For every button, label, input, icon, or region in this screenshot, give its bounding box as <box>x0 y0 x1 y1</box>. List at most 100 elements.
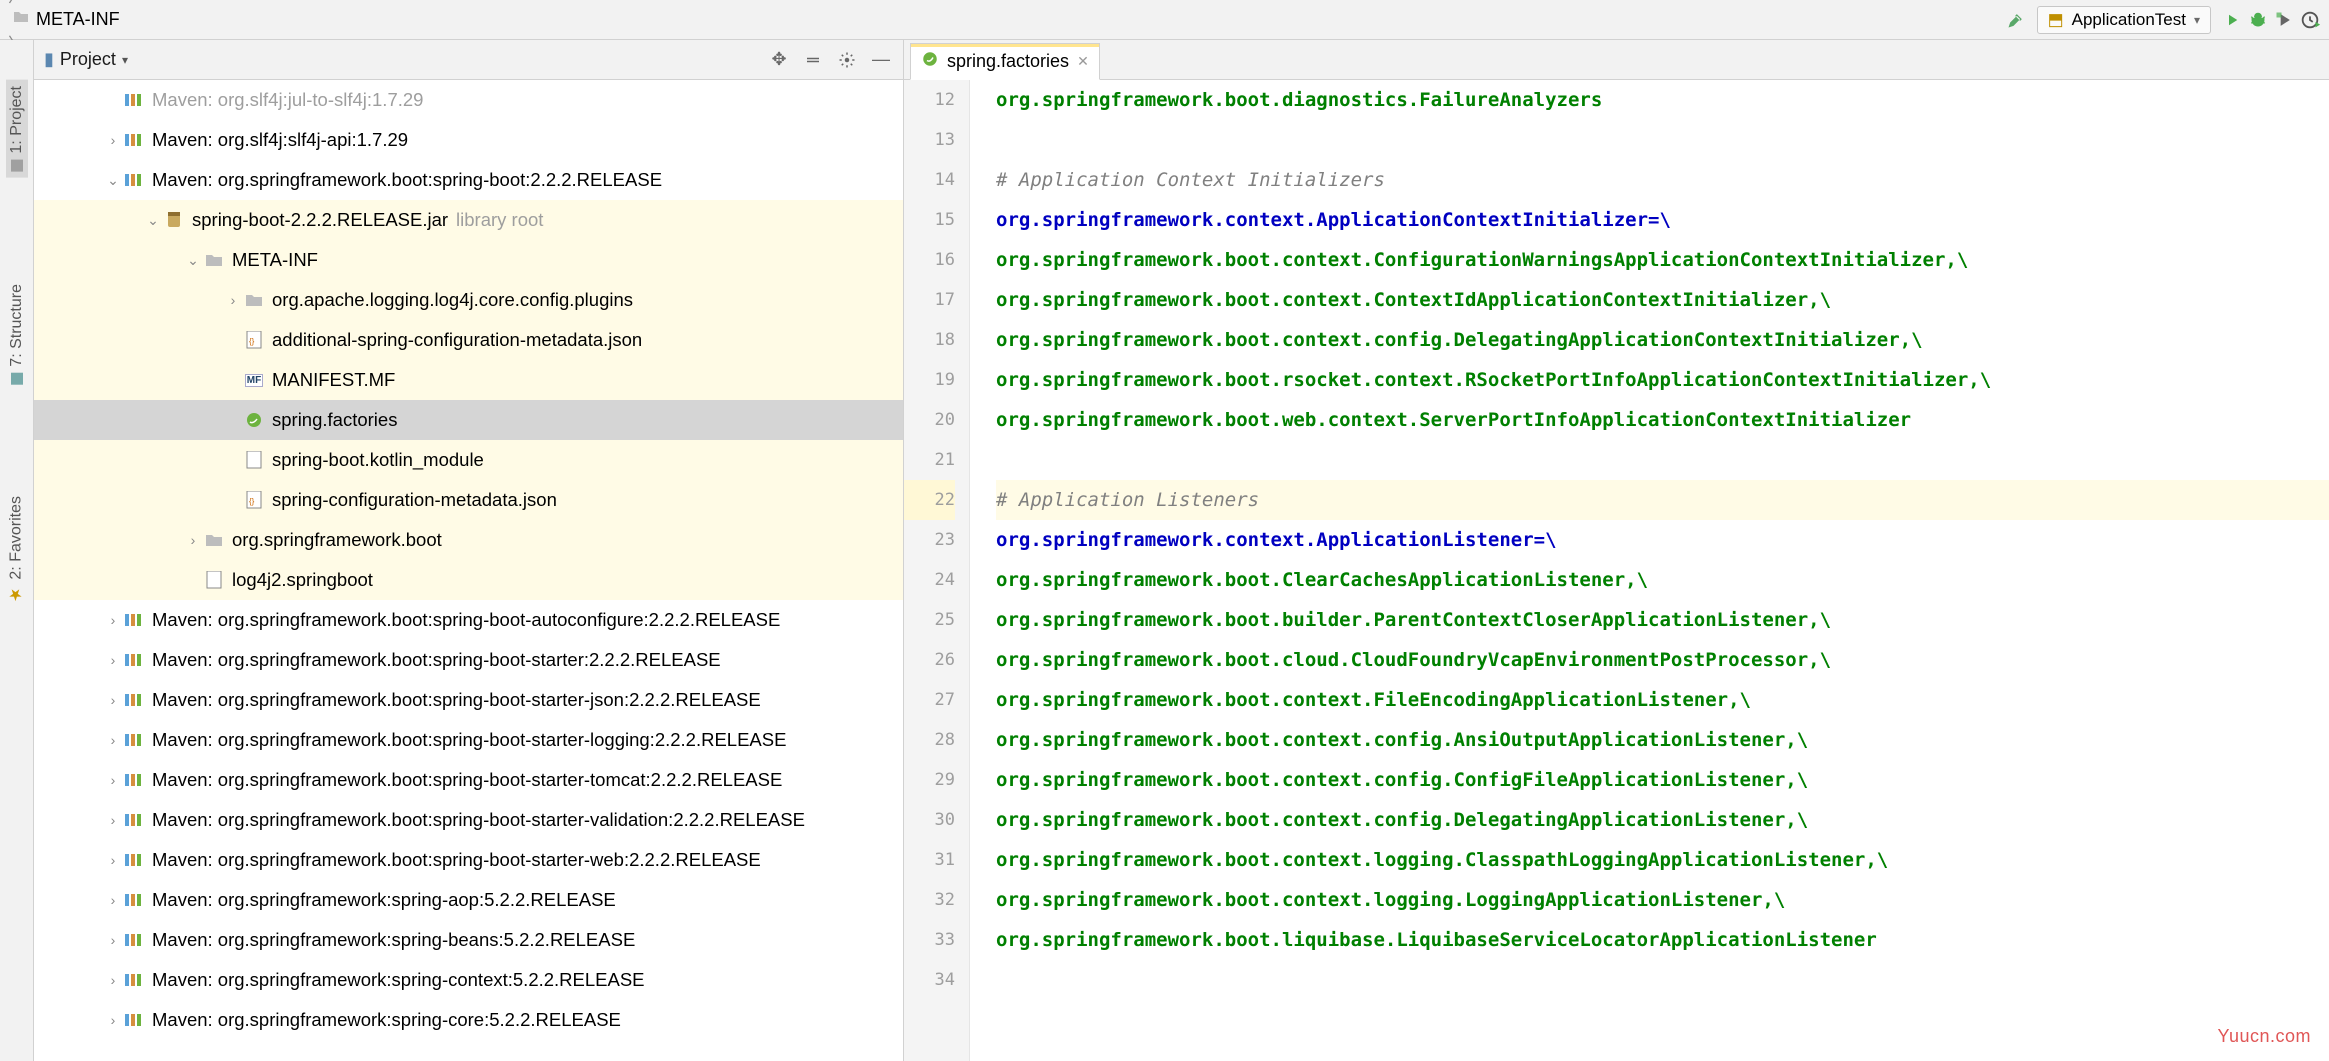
gutter-line: 21 <box>904 440 955 480</box>
tree-node[interactable]: › Maven: org.springframework.boot:spring-… <box>34 760 903 800</box>
collapse-all-icon[interactable] <box>801 48 825 72</box>
gutter-line: 28 <box>904 720 955 760</box>
code-line[interactable]: org.springframework.boot.builder.ParentC… <box>996 600 2329 640</box>
breadcrumb-label: META-INF <box>36 9 120 30</box>
code-line[interactable]: org.springframework.boot.context.Configu… <box>996 240 2329 280</box>
tree-node-label: Maven: org.springframework.boot:spring-b… <box>152 809 805 831</box>
code-line[interactable] <box>996 960 2329 1000</box>
chevron-right-icon[interactable]: › <box>104 1012 122 1028</box>
tool-tab-project[interactable]: 1: Project <box>6 80 28 178</box>
chevron-right-icon[interactable]: › <box>104 692 122 708</box>
build-icon[interactable] <box>2003 7 2029 33</box>
chevron-right-icon[interactable]: › <box>104 652 122 668</box>
tree-node[interactable]: ›org.apache.logging.log4j.core.config.pl… <box>34 280 903 320</box>
close-icon[interactable]: ✕ <box>1077 53 1089 70</box>
lib-icon <box>122 690 146 710</box>
code-line[interactable]: org.springframework.boot.context.config.… <box>996 320 2329 360</box>
lib-icon <box>122 930 146 950</box>
tree-node[interactable]: ›Maven: org.springframework.boot:spring-… <box>34 640 903 680</box>
chevron-right-icon[interactable]: › <box>104 932 122 948</box>
project-view-selector[interactable]: ▮ Project ▾ <box>44 49 128 70</box>
tree-node[interactable]: Maven: org.slf4j:jul-to-slf4j:1.7.29 <box>34 80 903 120</box>
code-line[interactable]: org.springframework.boot.context.config.… <box>996 720 2329 760</box>
chevron-right-icon[interactable]: › <box>104 612 122 628</box>
code-line[interactable]: org.springframework.boot.context.logging… <box>996 840 2329 880</box>
run-anything-icon[interactable] <box>2297 7 2323 33</box>
code-line[interactable]: org.springframework.context.ApplicationC… <box>996 200 2329 240</box>
tree-node[interactable]: {}additional-spring-configuration-metada… <box>34 320 903 360</box>
code-line[interactable]: org.springframework.boot.context.FileEnc… <box>996 680 2329 720</box>
code-line[interactable]: org.springframework.boot.context.logging… <box>996 880 2329 920</box>
editor-tab-spring-factories[interactable]: spring.factories ✕ <box>910 43 1100 80</box>
code-line[interactable]: org.springframework.context.ApplicationL… <box>996 520 2329 560</box>
editor-body[interactable]: 1213141516171819202122232425262728293031… <box>904 80 2329 1061</box>
chevron-down-icon[interactable]: ⌄ <box>144 212 162 229</box>
debug-icon[interactable] <box>2245 7 2271 33</box>
editor-tab-label: spring.factories <box>947 51 1069 72</box>
tree-node[interactable]: ›Maven: org.springframework.boot:spring-… <box>34 840 903 880</box>
code-line[interactable]: org.springframework.boot.context.Context… <box>996 280 2329 320</box>
tree-node[interactable]: ⌄META-INF <box>34 240 903 280</box>
tree-node[interactable]: {}spring-configuration-metadata.json <box>34 480 903 520</box>
code-line[interactable]: org.springframework.boot.diagnostics.Fai… <box>996 80 2329 120</box>
code-line[interactable] <box>996 440 2329 480</box>
tree-node[interactable]: ›Maven: org.slf4j:slf4j-api:1.7.29 <box>34 120 903 160</box>
code-line[interactable]: # Application Context Initializers <box>996 160 2329 200</box>
tree-node[interactable]: ⌄spring-boot-2.2.2.RELEASE.jarlibrary ro… <box>34 200 903 240</box>
chevron-right-icon[interactable]: › <box>104 132 122 148</box>
tree-node[interactable]: ⌄Maven: org.springframework.boot:spring-… <box>34 160 903 200</box>
chevron-down-icon[interactable]: ⌄ <box>104 172 122 189</box>
tree-node-label: Maven: org.springframework.boot:spring-b… <box>152 769 782 791</box>
code-line[interactable]: org.springframework.boot.liquibase.Liqui… <box>996 920 2329 960</box>
tree-node[interactable]: ›org.springframework.boot <box>34 520 903 560</box>
lib-icon <box>122 730 146 750</box>
chevron-right-icon[interactable]: › <box>104 892 122 908</box>
code-line[interactable]: org.springframework.boot.web.context.Ser… <box>996 400 2329 440</box>
code-line[interactable]: org.springframework.boot.cloud.CloudFoun… <box>996 640 2329 680</box>
editor-code[interactable]: org.springframework.boot.diagnostics.Fai… <box>970 80 2329 1061</box>
tree-node[interactable]: log4j2.springboot <box>34 560 903 600</box>
code-line[interactable]: org.springframework.boot.context.config.… <box>996 800 2329 840</box>
code-line[interactable] <box>996 120 2329 160</box>
tree-node[interactable]: ›Maven: org.springframework.boot:spring-… <box>34 680 903 720</box>
chevron-right-icon[interactable]: › <box>184 532 202 548</box>
chevron-right-icon[interactable]: › <box>224 292 242 308</box>
tree-node[interactable]: ›Maven: org.springframework:spring-conte… <box>34 960 903 1000</box>
tree-node[interactable]: ›Maven: org.springframework:spring-core:… <box>34 1000 903 1040</box>
project-tool-window: ▮ Project ▾ ✥ — Maven: org.slf4j:jul-to-… <box>34 40 904 1061</box>
code-line[interactable]: # Application Listeners <box>996 480 2329 520</box>
chevron-right-icon[interactable]: › <box>104 772 122 788</box>
tool-tab-favorites[interactable]: ★ 2: Favorites <box>5 490 28 611</box>
locate-icon[interactable]: ✥ <box>767 48 791 72</box>
gear-icon[interactable] <box>835 48 859 72</box>
chevron-right-icon[interactable]: › <box>104 972 122 988</box>
tree-node-label: additional-spring-configuration-metadata… <box>272 329 642 351</box>
breadcrumb-item[interactable]: META-INF <box>6 8 305 31</box>
run-configuration-dropdown[interactable]: ⬒ ApplicationTest ▾ <box>2037 6 2211 34</box>
hide-icon[interactable]: — <box>869 48 893 72</box>
project-tree[interactable]: Maven: org.slf4j:jul-to-slf4j:1.7.29›Mav… <box>34 80 903 1061</box>
editor-gutter: 1213141516171819202122232425262728293031… <box>904 80 970 1061</box>
tool-tab-structure[interactable]: 7: Structure <box>6 278 28 391</box>
tree-node[interactable]: ›Maven: org.springframework:spring-beans… <box>34 920 903 960</box>
tree-node[interactable]: MFMANIFEST.MF <box>34 360 903 400</box>
folder-icon <box>202 530 226 550</box>
code-line[interactable]: org.springframework.boot.ClearCachesAppl… <box>996 560 2329 600</box>
chevron-right-icon[interactable]: › <box>104 812 122 828</box>
tree-node[interactable]: spring.factories <box>34 400 903 440</box>
project-tool-icon <box>11 160 23 172</box>
code-line[interactable]: org.springframework.boot.rsocket.context… <box>996 360 2329 400</box>
tree-node[interactable]: ›Maven: org.springframework.boot:spring-… <box>34 720 903 760</box>
chevron-right-icon[interactable]: › <box>104 852 122 868</box>
run-with-coverage-icon[interactable] <box>2271 7 2297 33</box>
run-icon[interactable] <box>2219 7 2245 33</box>
top-navigation-bar: spring-boot-2.2.2.RELEASE.jar〉META-INF〉s… <box>0 0 2329 40</box>
tree-node[interactable]: ›Maven: org.springframework.boot:spring-… <box>34 600 903 640</box>
tree-node-label: Maven: org.slf4j:jul-to-slf4j:1.7.29 <box>152 89 423 111</box>
tree-node[interactable]: spring-boot.kotlin_module <box>34 440 903 480</box>
tree-node[interactable]: ›Maven: org.springframework:spring-aop:5… <box>34 880 903 920</box>
code-line[interactable]: org.springframework.boot.context.config.… <box>996 760 2329 800</box>
chevron-right-icon[interactable]: › <box>104 732 122 748</box>
chevron-down-icon[interactable]: ⌄ <box>184 252 202 269</box>
tree-node[interactable]: › Maven: org.springframework.boot:spring-… <box>34 800 903 840</box>
